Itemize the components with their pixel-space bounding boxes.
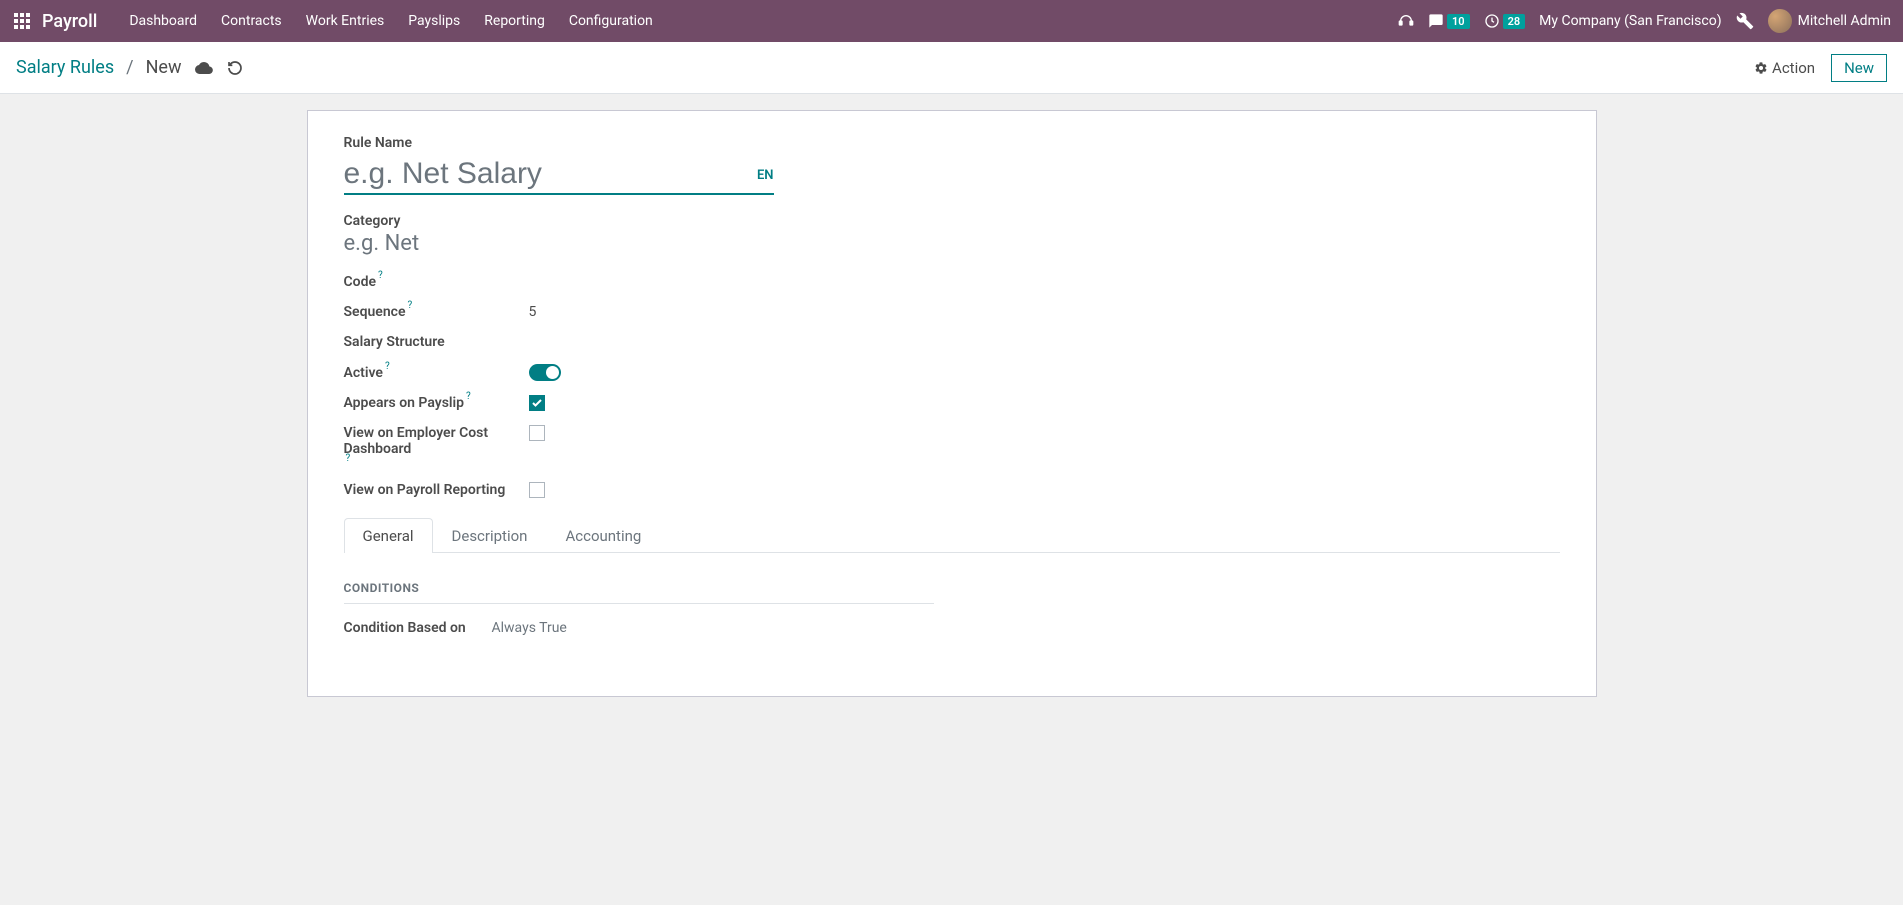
help-icon[interactable]: ?	[378, 270, 383, 281]
appears-on-payslip-checkbox[interactable]	[529, 395, 545, 411]
control-bar: Salary Rules / New Action New	[0, 42, 1903, 94]
breadcrumb: Salary Rules / New	[16, 57, 243, 78]
tabs: General Description Accounting	[344, 518, 1560, 553]
breadcrumb-root[interactable]: Salary Rules	[16, 57, 114, 78]
active-toggle[interactable]	[529, 364, 561, 381]
avatar	[1768, 9, 1792, 33]
messages-icon[interactable]: 10	[1428, 13, 1470, 29]
nav-items: Dashboard Contracts Work Entries Payslip…	[117, 0, 664, 42]
nav-contracts[interactable]: Contracts	[209, 0, 294, 42]
breadcrumb-sep: /	[126, 57, 133, 78]
nav-payslips[interactable]: Payslips	[396, 0, 472, 42]
new-button[interactable]: New	[1831, 54, 1887, 82]
tab-description[interactable]: Description	[433, 518, 547, 553]
form-sheet: Rule Name EN Category e.g. Net Code? Seq…	[307, 110, 1597, 697]
action-button[interactable]: Action	[1754, 59, 1815, 77]
app-name[interactable]: Payroll	[42, 11, 97, 32]
nav-dashboard[interactable]: Dashboard	[117, 0, 209, 42]
company-switcher[interactable]: My Company (San Francisco)	[1539, 13, 1721, 29]
support-icon[interactable]	[1398, 13, 1414, 29]
nav-configuration[interactable]: Configuration	[557, 0, 665, 42]
sequence-label: Sequence	[344, 304, 406, 320]
discard-icon[interactable]	[227, 60, 243, 76]
nav-work-entries[interactable]: Work Entries	[294, 0, 397, 42]
section-divider	[344, 603, 934, 604]
action-label: Action	[1772, 59, 1815, 77]
breadcrumb-current: New	[146, 57, 182, 78]
condition-based-on-label: Condition Based on	[344, 620, 492, 636]
activities-icon[interactable]: 28	[1484, 13, 1526, 29]
help-icon[interactable]: ?	[385, 361, 390, 372]
tab-general[interactable]: General	[344, 518, 433, 553]
appears-on-payslip-label: Appears on Payslip	[344, 395, 465, 411]
save-cloud-icon[interactable]	[195, 59, 213, 77]
sequence-input[interactable]: 5	[529, 304, 537, 320]
lang-tag[interactable]: EN	[757, 168, 774, 183]
category-label: Category	[344, 213, 1560, 229]
user-menu[interactable]: Mitchell Admin	[1768, 9, 1895, 33]
debug-icon[interactable]	[1736, 12, 1754, 30]
help-icon[interactable]: ?	[346, 453, 351, 464]
active-label: Active	[344, 365, 383, 381]
salary-structure-label: Salary Structure	[344, 334, 445, 350]
rule-name-input[interactable]	[344, 157, 749, 191]
code-label: Code	[344, 274, 377, 290]
condition-based-on-value[interactable]: Always True	[492, 620, 567, 636]
messages-badge: 10	[1447, 14, 1470, 29]
activities-badge: 28	[1503, 14, 1526, 29]
view-employer-cost-label: View on Employer Cost Dashboard	[344, 425, 529, 457]
view-employer-cost-checkbox[interactable]	[529, 425, 545, 441]
conditions-section-title: CONDITIONS	[344, 581, 934, 599]
nav-reporting[interactable]: Reporting	[472, 0, 557, 42]
help-icon[interactable]: ?	[466, 391, 471, 402]
main-area: Rule Name EN Category e.g. Net Code? Seq…	[0, 94, 1903, 713]
apps-icon[interactable]	[8, 13, 36, 29]
view-payroll-reporting-label: View on Payroll Reporting	[344, 482, 506, 498]
tab-accounting[interactable]: Accounting	[546, 518, 660, 553]
top-nav: Payroll Dashboard Contracts Work Entries…	[0, 0, 1903, 42]
rule-name-label: Rule Name	[344, 135, 1560, 151]
view-payroll-reporting-checkbox[interactable]	[529, 482, 545, 498]
category-input[interactable]: e.g. Net	[344, 231, 1560, 256]
help-icon[interactable]: ?	[408, 300, 413, 311]
user-name: Mitchell Admin	[1798, 13, 1891, 29]
